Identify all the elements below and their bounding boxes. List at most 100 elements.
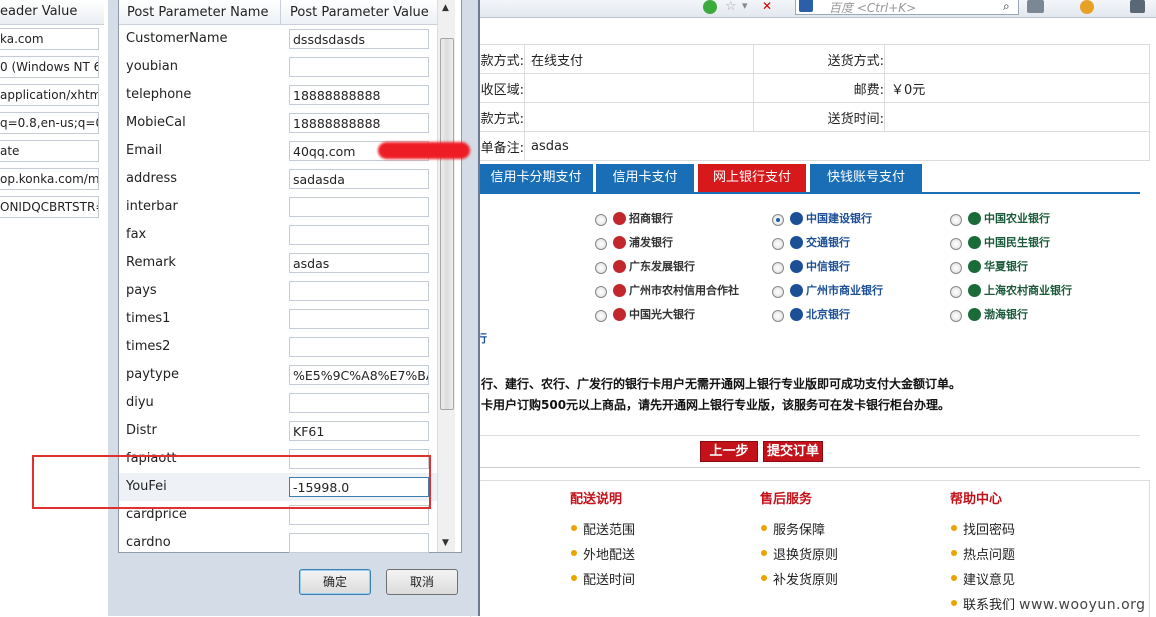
footer-link[interactable]: 外地配送 bbox=[570, 544, 635, 563]
bank-name[interactable]: 浦发银行 bbox=[629, 233, 673, 253]
footer-link[interactable]: 配送范围 bbox=[570, 519, 635, 538]
parameter-value-field[interactable] bbox=[289, 57, 429, 77]
column-header-name[interactable]: Post Parameter Name bbox=[119, 0, 281, 25]
page-menu-icon[interactable] bbox=[1027, 0, 1044, 13]
parameter-value-field[interactable]: asdas bbox=[289, 253, 429, 273]
cancel-button[interactable]: 取消 bbox=[386, 569, 458, 595]
parameter-row[interactable]: paytype %E5%9C%A8%E7%BA% bbox=[119, 361, 437, 389]
bank-radio[interactable] bbox=[595, 238, 607, 250]
parameter-value-field[interactable]: sadasda bbox=[289, 169, 429, 189]
parameter-value-field[interactable] bbox=[289, 533, 429, 553]
footer-link[interactable]: 配送时间 bbox=[570, 569, 635, 588]
bank-name[interactable]: 中国建设银行 bbox=[806, 209, 872, 229]
bank-radio[interactable] bbox=[950, 310, 962, 322]
bank-name[interactable]: 渤海银行 bbox=[984, 305, 1028, 325]
tab-online-banking[interactable]: 网上银行支付 bbox=[698, 164, 806, 192]
parameter-value-field[interactable]: dssdsdasds bbox=[289, 29, 429, 49]
bank-radio[interactable] bbox=[772, 238, 784, 250]
parameter-row[interactable]: MobieCal 18888888888 bbox=[119, 109, 437, 137]
scroll-up-icon[interactable]: ▲ bbox=[442, 3, 449, 13]
bank-name[interactable]: 中国光大银行 bbox=[629, 305, 695, 325]
footer-link[interactable]: 找回密码 bbox=[950, 519, 1015, 538]
parameter-row[interactable]: cardno bbox=[119, 529, 437, 557]
bank-name[interactable]: 北京银行 bbox=[806, 305, 850, 325]
column-header-value[interactable]: Post Parameter Value bbox=[281, 0, 437, 25]
parameter-row[interactable]: telephone 18888888888 bbox=[119, 81, 437, 109]
footer-link[interactable]: 建议意见 bbox=[950, 569, 1015, 588]
footer-link[interactable]: 联系我们 bbox=[950, 594, 1015, 613]
bank-name[interactable]: 华夏银行 bbox=[984, 257, 1028, 277]
bank-radio[interactable] bbox=[595, 262, 607, 274]
footer-link[interactable]: 热点问题 bbox=[950, 544, 1015, 563]
parameter-row[interactable]: pays bbox=[119, 277, 437, 305]
star-icon[interactable]: ☆ bbox=[725, 0, 739, 14]
parameter-value-field[interactable]: %E5%9C%A8%E7%BA% bbox=[289, 365, 429, 385]
tab-credit-card[interactable]: 信用卡支付 bbox=[596, 164, 694, 192]
parameter-value-field[interactable]: KF61 bbox=[289, 421, 429, 441]
parameter-row[interactable]: times1 bbox=[119, 305, 437, 333]
parameter-value-field[interactable] bbox=[289, 337, 429, 357]
header-value-cell[interactable]: q=0.8,en-us;q=0.5 bbox=[0, 112, 99, 134]
parameter-row[interactable]: Distr KF61 bbox=[119, 417, 437, 445]
user-icon[interactable] bbox=[1080, 0, 1094, 14]
search-icon[interactable]: ⌕ bbox=[1003, 0, 1010, 14]
bank-radio[interactable] bbox=[950, 238, 962, 250]
search-input[interactable]: 百度 <Ctrl+K> ⌕ bbox=[795, 0, 1019, 15]
parameter-row[interactable]: address sadasda bbox=[119, 165, 437, 193]
bank-radio[interactable] bbox=[595, 310, 607, 322]
bank-name[interactable]: 广州市商业银行 bbox=[806, 281, 883, 301]
footer-link[interactable]: 补发货原则 bbox=[760, 569, 838, 588]
parameter-value-field[interactable] bbox=[289, 225, 429, 245]
parameter-row[interactable]: CustomerName dssdsdasds bbox=[119, 25, 437, 53]
parameter-row[interactable]: times2 bbox=[119, 333, 437, 361]
parameter-row[interactable]: youbian bbox=[119, 53, 437, 81]
tab-credit-installment[interactable]: 信用卡分期支付 bbox=[479, 164, 593, 192]
parameter-row[interactable]: fax bbox=[119, 221, 437, 249]
bank-radio[interactable] bbox=[772, 214, 784, 226]
vertical-scrollbar[interactable]: ▲ ▼ bbox=[437, 0, 455, 552]
bank-name[interactable]: 广州市农村信用合作社 bbox=[629, 281, 739, 301]
parameter-row[interactable]: interbar bbox=[119, 193, 437, 221]
ok-button[interactable]: 确定 bbox=[299, 569, 371, 595]
parameter-value-field[interactable] bbox=[289, 393, 429, 413]
tab-kuaiqian[interactable]: 快钱账号支付 bbox=[810, 164, 922, 192]
scroll-down-icon[interactable]: ▼ bbox=[442, 538, 449, 548]
parameter-value-field[interactable] bbox=[289, 281, 429, 301]
search-engine-icon[interactable] bbox=[799, 0, 813, 12]
bank-radio[interactable] bbox=[595, 286, 607, 298]
header-value-cell[interactable]: application/xhtm bbox=[0, 84, 99, 106]
bank-radio[interactable] bbox=[950, 262, 962, 274]
go-icon[interactable] bbox=[703, 0, 717, 14]
close-icon[interactable]: ✕ bbox=[762, 0, 776, 14]
bank-name[interactable]: 中信银行 bbox=[806, 257, 850, 277]
parameter-value-field[interactable] bbox=[289, 197, 429, 217]
header-value-cell[interactable]: ONIDQCBRTSTR= bbox=[0, 196, 99, 218]
dropdown-icon[interactable]: ▾ bbox=[742, 0, 756, 14]
bank-name[interactable]: 中国农业银行 bbox=[984, 209, 1050, 229]
settings-icon[interactable] bbox=[1130, 0, 1145, 13]
bank-radio[interactable] bbox=[950, 286, 962, 298]
footer-link[interactable]: 退换货原则 bbox=[760, 544, 838, 563]
bank-name[interactable]: 交通银行 bbox=[806, 233, 850, 253]
bank-name[interactable]: 广东发展银行 bbox=[629, 257, 695, 277]
footer-link[interactable]: 服务保障 bbox=[760, 519, 825, 538]
parameter-row[interactable]: Remark asdas bbox=[119, 249, 437, 277]
header-value-cell[interactable]: op.konka.com/me bbox=[0, 168, 99, 190]
header-value-cell[interactable]: 0 (Windows NT 6 bbox=[0, 56, 99, 78]
parameter-value-field[interactable] bbox=[289, 309, 429, 329]
parameter-value-field[interactable]: 18888888888 bbox=[289, 85, 429, 105]
bank-radio[interactable] bbox=[950, 214, 962, 226]
submit-order-button[interactable]: 提交订单 bbox=[763, 441, 823, 462]
bank-name[interactable]: 上海农村商业银行 bbox=[984, 281, 1072, 301]
header-value-cell[interactable]: ka.com bbox=[0, 28, 99, 50]
bank-radio[interactable] bbox=[772, 262, 784, 274]
parameter-value-field[interactable]: 18888888888 bbox=[289, 113, 429, 133]
parameter-row[interactable]: diyu bbox=[119, 389, 437, 417]
header-value-cell[interactable]: ate bbox=[0, 140, 99, 162]
bank-name[interactable]: 中国民生银行 bbox=[984, 233, 1050, 253]
prev-step-button[interactable]: 上一步 bbox=[700, 441, 758, 462]
bank-radio[interactable] bbox=[772, 310, 784, 322]
scroll-thumb[interactable] bbox=[440, 38, 454, 410]
bank-radio[interactable] bbox=[595, 214, 607, 226]
bank-radio[interactable] bbox=[772, 286, 784, 298]
